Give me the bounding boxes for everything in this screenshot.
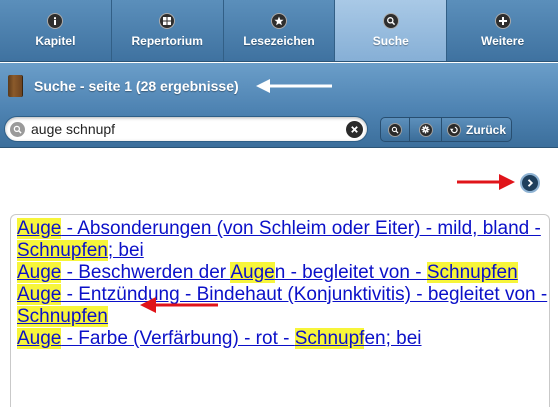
info-icon xyxy=(47,13,64,29)
book-icon xyxy=(8,74,22,97)
highlighted-term: Schnupfen xyxy=(17,240,108,261)
plus-icon xyxy=(494,13,511,29)
grid-icon xyxy=(159,13,176,29)
highlighted-term: Auge xyxy=(17,262,62,283)
result-text: - Farbe (Verfärbung) - rot - xyxy=(61,328,295,349)
tab-kapitel[interactable]: Kapitel xyxy=(0,0,112,61)
star-icon xyxy=(270,13,287,29)
tab-label: Repertorium xyxy=(131,34,203,48)
results-list: Auge - Absonderungen (von Schleim oder E… xyxy=(10,214,550,407)
search-button[interactable] xyxy=(380,117,410,142)
result-text: - Entzündung - Bindehaut (Konjunktivitis… xyxy=(61,284,548,305)
tab-label: Lesezeichen xyxy=(243,34,315,48)
highlighted-term: Auge xyxy=(17,284,62,305)
search-input[interactable] xyxy=(31,120,331,138)
result-text: n - begleitet von - xyxy=(274,262,427,283)
search-icon xyxy=(10,122,25,137)
tab-bar: Kapitel Repertorium Lesezeichen Suche We… xyxy=(0,0,558,62)
results-header: Suche - seite 1 (28 ergebnisse) xyxy=(0,63,558,108)
result-text: - Beschwerden der xyxy=(61,262,231,283)
search-toolbar: Zurück xyxy=(0,108,558,148)
tab-repertorium[interactable]: Repertorium xyxy=(112,0,224,61)
result-link[interactable]: Auge - Entzündung - Bindehaut (Konjunkti… xyxy=(17,284,549,328)
settings-button[interactable] xyxy=(410,117,442,142)
chevron-right-icon xyxy=(527,179,534,187)
tab-lesezeichen[interactable]: Lesezeichen xyxy=(224,0,336,61)
page-title: Suche - seite 1 (28 ergebnisse) xyxy=(34,77,239,94)
gear-icon xyxy=(418,122,433,137)
result-link[interactable]: Auge - Absonderungen (von Schleim oder E… xyxy=(17,218,549,262)
tab-label: Suche xyxy=(372,34,409,48)
result-link[interactable]: Auge - Beschwerden der Augen - begleitet… xyxy=(17,262,549,284)
search-box xyxy=(4,116,368,142)
highlighted-term: Schnupfen xyxy=(426,262,518,283)
result-text: en; bei xyxy=(364,328,422,349)
search-icon xyxy=(382,13,399,29)
tab-weitere[interactable]: Weitere xyxy=(447,0,558,61)
back-button[interactable]: Zurück xyxy=(442,117,512,142)
highlighted-term: Schnupf xyxy=(294,328,365,349)
highlighted-term: Auge xyxy=(17,328,62,349)
result-text: - Absonderungen (von Schleim oder Eiter)… xyxy=(61,218,541,239)
search-icon xyxy=(388,122,402,137)
back-arrow-icon xyxy=(446,122,461,137)
next-page-button[interactable] xyxy=(520,173,540,193)
highlighted-term: Auge xyxy=(230,262,275,283)
highlighted-term: Auge xyxy=(17,218,62,239)
clear-search-icon[interactable] xyxy=(346,121,363,138)
back-button-label: Zurück xyxy=(465,122,506,137)
tab-suche[interactable]: Suche xyxy=(335,0,448,61)
annotation-arrow-left-icon xyxy=(140,297,218,313)
annotation-arrow-right-icon xyxy=(457,174,515,190)
annotation-arrow-left-icon xyxy=(256,79,332,93)
tab-label: Kapitel xyxy=(35,34,76,48)
result-text: ; bei xyxy=(107,240,144,261)
result-link[interactable]: Auge - Farbe (Verfärbung) - rot - Schnup… xyxy=(17,328,549,350)
highlighted-term: Schnupfen xyxy=(17,306,108,327)
tab-label: Weitere xyxy=(481,34,525,48)
